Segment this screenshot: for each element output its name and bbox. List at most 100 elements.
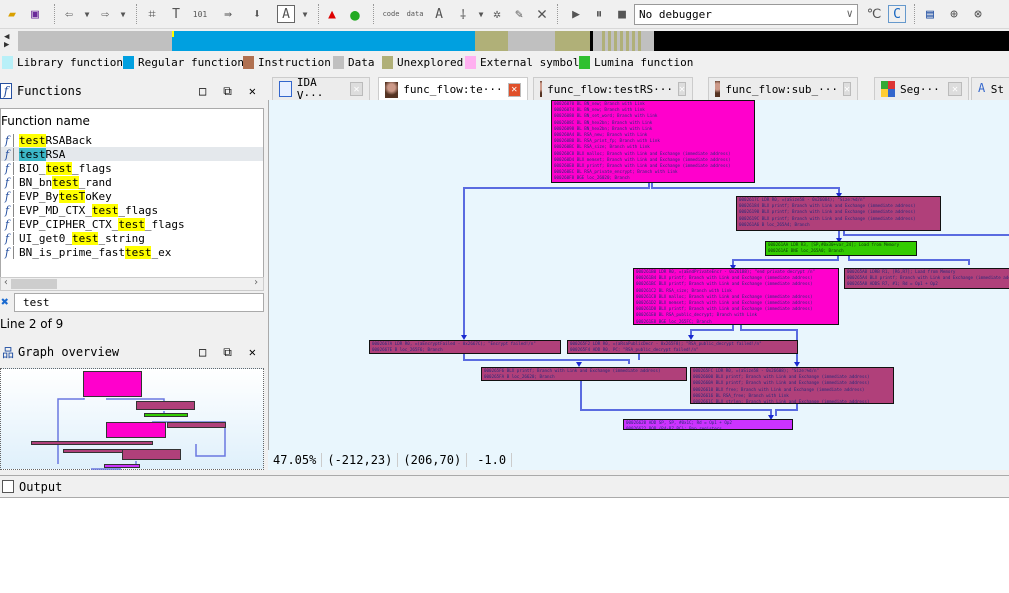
function-name-suffix: _string [98, 231, 145, 245]
graph-view[interactable]: 00026070 BL BN_new; Branch with Link 0002… [268, 100, 1009, 470]
back-icon[interactable]: ⇦ [60, 5, 78, 23]
text-mode-icon[interactable]: A [277, 5, 295, 23]
graph-node[interactable]: 000261AA LDR R3, [SP,#0x30+var_24]; Load… [765, 241, 917, 256]
search-next-icon[interactable]: ⇛ [219, 5, 237, 23]
node-instruction-line: 000265A8 ADDS R7, #1; Rd = Op1 + Op2 [847, 281, 938, 287]
overview-node [106, 422, 166, 438]
close-tab-icon[interactable]: ✕ [842, 82, 851, 96]
function-icon: f [1, 217, 14, 231]
scroll-right-icon[interactable]: › [253, 277, 259, 288]
debugger-select[interactable]: No debugger ∨ [634, 4, 858, 25]
filter-input[interactable]: test [14, 293, 264, 312]
start-debug-icon[interactable]: ▶ [567, 5, 585, 23]
tab-func-flow-te[interactable]: func_flow:te··· ✕ [378, 77, 528, 101]
function-list-item[interactable]: f EVP_By tesT oKey [1, 189, 263, 203]
legend-data: Data [333, 56, 375, 69]
maximize-icon[interactable]: □ [199, 345, 206, 360]
scroll-left-icon[interactable]: ‹ [3, 277, 9, 288]
undefine-icon[interactable]: ✕ [533, 4, 551, 24]
graph-node[interactable]: 000261B0 LDR R0, =(aEndPrivateEncr - 0x2… [633, 268, 839, 325]
graph-node[interactable]: 000265F2 LDR R0, =(aRsaPublicDecr - 0x26… [567, 340, 798, 354]
make-data-icon[interactable]: data [406, 5, 424, 23]
function-list-item[interactable]: f BIO_ test _flags [1, 161, 263, 175]
graph-node[interactable]: 000265FC LDR R0, =(aSize58 - 0x26608); "… [690, 367, 894, 404]
add-breakpoint-icon[interactable]: ⊕ [945, 5, 963, 23]
tab-func-flow-testrsa[interactable]: func_flow:testRS··· ✕ [533, 77, 693, 100]
close-icon[interactable]: ✕ [249, 84, 256, 99]
decompile-icon[interactable]: ℃ [865, 5, 883, 23]
function-icon: f [1, 147, 14, 161]
node-instruction-line: 000261A6 B loc_265A4; Branch [739, 221, 810, 227]
function-name-match: test [52, 175, 79, 189]
graph-node[interactable]: 0002617C LDR R0, =(aSize58 - 0x26084); "… [736, 196, 941, 231]
overview-node [167, 422, 226, 428]
create-function-icon[interactable]: ✲ [488, 5, 506, 23]
tab-func-flow-sub[interactable]: func_flow:sub_··· ✕ [708, 77, 858, 100]
function-name-suffix: _flags [72, 161, 112, 175]
scrollbar-thumb[interactable] [11, 279, 57, 289]
func-flow-icon [540, 81, 543, 97]
cursor-coords: (-212,23) [322, 453, 399, 467]
clear-filter-icon[interactable]: ✖ [1, 295, 9, 310]
legend-unexplored: Unexplored [382, 56, 463, 69]
tab-strings[interactable]: A St [971, 77, 1009, 100]
function-list-item[interactable]: f EVP_MD_CTX_ test _flags [1, 203, 263, 217]
graph-overview-canvas[interactable] [0, 368, 264, 470]
make-string-icon[interactable]: A [430, 5, 448, 23]
column-header-function-name[interactable]: Function name [1, 114, 90, 128]
pause-debug-icon[interactable]: ⏸ [590, 5, 608, 23]
legend-external-symbol: External symbol [465, 56, 579, 69]
navigation-band[interactable] [18, 31, 1009, 51]
nav-band-scroll-arrows[interactable]: ◀ ▶ [4, 33, 9, 50]
float-icon[interactable]: ⧉ [223, 84, 232, 99]
open-file-icon[interactable]: ▰ [3, 5, 21, 23]
close-tab-icon[interactable]: ✕ [948, 82, 962, 96]
horizontal-scrollbar[interactable]: ‹ › [0, 277, 264, 291]
function-icon: f [1, 245, 14, 259]
output-panel[interactable]: Output [0, 475, 1009, 593]
float-icon[interactable]: ⧉ [223, 345, 232, 360]
edit-function-icon[interactable]: ✎ [510, 5, 528, 23]
forward-dropdown-icon[interactable]: ▼ [114, 5, 132, 23]
function-name-match: test [124, 245, 152, 259]
function-list-item[interactable]: f BN_bn test _rand [1, 175, 263, 189]
run-status-icon[interactable]: ● [346, 5, 364, 24]
forward-icon[interactable]: ⇨ [96, 5, 114, 23]
close-tab-icon[interactable]: ✕ [350, 82, 363, 96]
tab-segments[interactable]: Seg··· ✕ [874, 77, 969, 100]
function-name-match: test [71, 231, 99, 245]
graph-node[interactable]: 0002667A LDR R0, =(aEncryptFailed - 0x26… [369, 340, 561, 354]
jump-text-icon[interactable]: T [167, 5, 185, 23]
save-icon[interactable]: ▣ [26, 5, 44, 23]
tab-ida-view[interactable]: IDA V··· ✕ [272, 76, 370, 102]
close-tab-icon[interactable]: ✕ [677, 82, 686, 96]
function-list-item[interactable]: f BN_is_prime_fast test _ex [1, 245, 263, 259]
remove-breakpoint-icon[interactable]: ⊗ [969, 5, 987, 23]
back-dropdown-icon[interactable]: ▼ [78, 5, 96, 23]
node-instruction-line: 0002667E B loc_265F6; Branch [372, 347, 443, 353]
function-name-suffix: RSA [45, 147, 66, 161]
function-list-item[interactable]: f EVP_CIPHER_CTX_ test _flags [1, 217, 263, 231]
close-icon[interactable]: ✕ [249, 345, 256, 360]
pseudocode-icon[interactable]: C [888, 5, 906, 23]
graph-node[interactable]: 00026070 BL BN_new; Branch with Link 0002… [551, 100, 755, 183]
function-list-item[interactable]: f test RSABack [1, 133, 263, 147]
jump-address-icon[interactable]: ⌗ [143, 5, 161, 23]
jump-binary-icon[interactable]: 101 [191, 5, 209, 23]
warning-icon[interactable]: ▲ [323, 5, 341, 23]
make-struct-icon[interactable]: ⸸ [454, 5, 472, 23]
overview-node [83, 371, 142, 397]
function-list-item[interactable]: f test RSA [1, 147, 263, 161]
close-tab-icon[interactable]: ✕ [507, 82, 521, 97]
node-instruction-line: 000265F4 ADD R0, PC; "RSA_public_decrypt… [570, 347, 699, 353]
down-arrow-icon[interactable]: ⬇ [248, 5, 266, 23]
graph-node[interactable]: 000265F6 BLX printf; Branch with Link an… [481, 367, 687, 381]
make-code-icon[interactable]: code [382, 5, 400, 23]
stop-debug-icon[interactable]: ■ [613, 5, 631, 23]
graph-node[interactable]: 000265A0 LDRB R1, [R6,R7]; Load from Mem… [844, 268, 1009, 289]
function-list-item[interactable]: f UI_get0_ test _string [1, 231, 263, 245]
graph-node[interactable]: 00026620 ADD SP, SP, #0x1C; Rd = Op1 + O… [623, 419, 793, 430]
breakpoints-icon[interactable]: ▤ [921, 5, 939, 23]
text-mode-dropdown-icon[interactable]: ▼ [296, 5, 314, 23]
maximize-icon[interactable]: □ [199, 84, 206, 99]
